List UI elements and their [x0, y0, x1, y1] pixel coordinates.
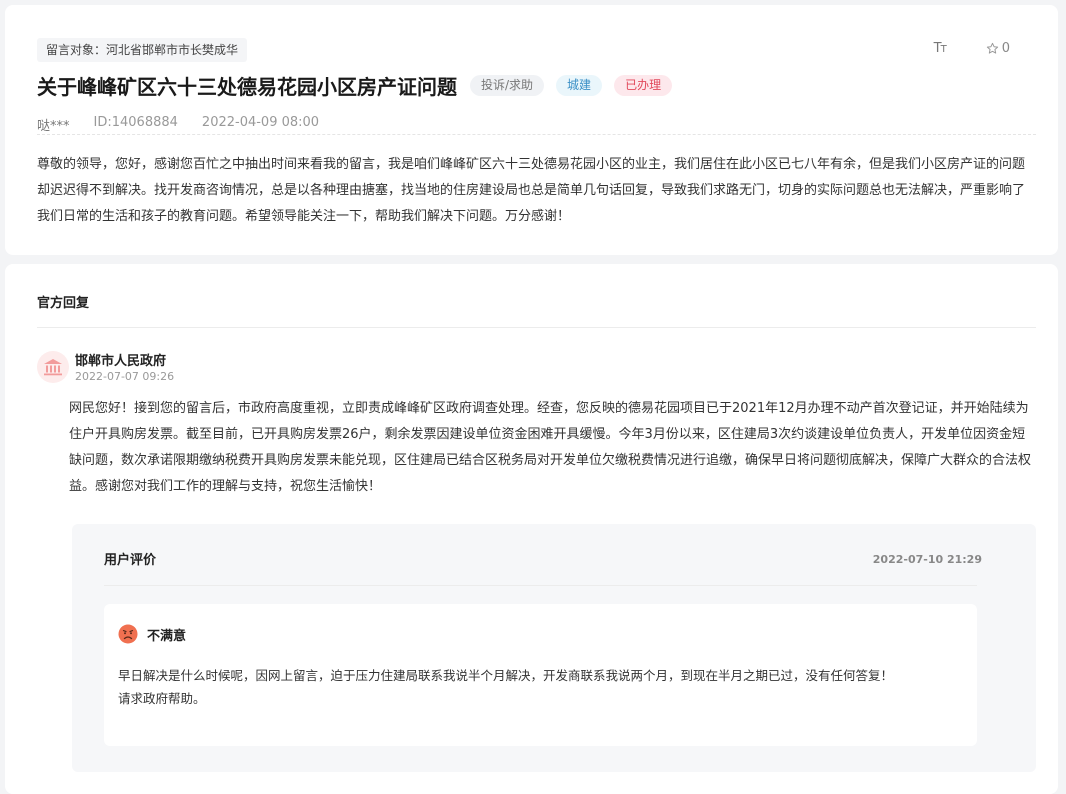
message-content: 尊敬的领导，您好，感谢您百忙之中抽出时间来看我的留言，我是咱们峰峰矿区六十三处德…: [37, 157, 1026, 224]
message-meta: 哒*** ID:14068884 2022-04-09 08:00: [37, 115, 319, 134]
government-building-icon: [44, 359, 62, 376]
evaluation-content-box: 不满意 早日解决是什么时候呢，因网上留言，迫于压力住建局联系我说半个月解决，开发…: [104, 604, 977, 746]
font-size-icon: TT: [933, 41, 947, 56]
message-id: ID:14068884: [93, 115, 178, 130]
evaluation-text-line: 请求政府帮助。: [118, 691, 206, 706]
evaluation-time: 2022-07-10 21:29: [872, 553, 982, 566]
reply-content: 网民您好！接到您的留言后，市政府高度重视，立即责成峰峰矿区政府调查处理。经查，您…: [69, 401, 1032, 494]
evaluation-divider: [104, 585, 977, 586]
evaluation-title: 用户评价: [104, 553, 157, 568]
meta-divider: [37, 134, 1036, 135]
message-time: 2022-04-09 08:00: [201, 115, 320, 130]
reply-section-divider: [37, 327, 1036, 328]
message-target-tag[interactable]: 留言对象：河北省邯郸市市长樊成华: [37, 38, 248, 62]
government-avatar: [37, 351, 69, 383]
reply-time: 2022-07-07 09:26: [75, 370, 175, 383]
font-size-button[interactable]: TT: [933, 41, 947, 56]
star-icon: [986, 42, 998, 54]
user-evaluation-panel: 用户评价 2022-07-10 21:29 不满意 早日解决是什么时候呢，因网上…: [72, 524, 1036, 772]
category-badge: 投诉/求助: [470, 75, 545, 96]
toolbar: TT 0: [934, 41, 1010, 56]
favorite-count: 0: [1001, 41, 1010, 56]
dissatisfied-face-icon: [118, 624, 138, 644]
status-badge: 已办理: [614, 75, 673, 96]
evaluation-text-line: 早日解决是什么时候呢，因网上留言，迫于压力住建局联系我说半个月解决，开发商联系我…: [118, 668, 894, 683]
page-title: 关于峰峰矿区六十三处德易花园小区房产证问题: [37, 75, 457, 99]
evaluation-rating: 不满意: [147, 629, 187, 644]
title-row: 关于峰峰矿区六十三处德易花园小区房产证问题 投诉/求助 城建 已办理: [37, 71, 673, 100]
evaluation-text: 早日解决是什么时候呢，因网上留言，迫于压力住建局联系我说半个月解决，开发商联系我…: [118, 664, 958, 710]
favorite-button[interactable]: 0: [986, 41, 1010, 56]
official-reply-card: 官方回复 邯郸市人民政府 2022-07-07 09:26 网民您好！接到您的留…: [5, 264, 1058, 794]
reply-section-title: 官方回复: [37, 296, 90, 311]
message-card: 留言对象：河北省邯郸市市长樊成华 TT 0 关于峰峰矿区六十三处德易花园小区房产…: [5, 5, 1058, 255]
reply-org-name: 邯郸市人民政府: [75, 354, 167, 369]
field-badge: 城建: [556, 75, 603, 96]
author-name: 哒***: [37, 119, 70, 134]
